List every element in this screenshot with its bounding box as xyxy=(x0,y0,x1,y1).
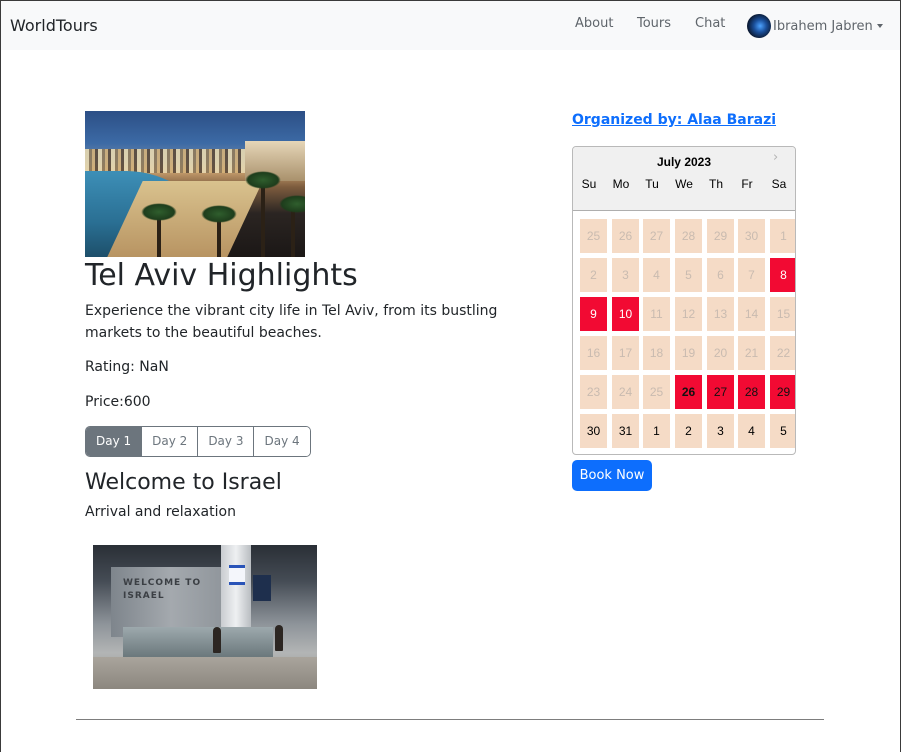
info-counter xyxy=(123,627,273,657)
tour-price: Price:600 xyxy=(85,394,151,410)
chevron-down-icon xyxy=(876,24,883,28)
calendar-day: 12 xyxy=(675,297,702,331)
calendar-day: 25 xyxy=(643,375,670,409)
calendar-day-highlighted[interactable]: 29 xyxy=(770,375,795,409)
weekday-label: Fr xyxy=(741,177,753,191)
calendar-day[interactable]: 5 xyxy=(770,414,795,448)
divider xyxy=(76,719,824,720)
calendar-day-highlighted[interactable]: 28 xyxy=(738,375,765,409)
user-menu[interactable]: Ibrahem Jabren xyxy=(747,14,883,38)
calendar-day: 14 xyxy=(738,297,765,331)
calendar-day: 18 xyxy=(643,336,670,370)
floor xyxy=(93,657,317,689)
traveler xyxy=(275,625,283,651)
calendar-month: July 2023 xyxy=(656,155,712,169)
palm-leaves xyxy=(279,195,305,213)
calendar-day[interactable]: 3 xyxy=(707,414,734,448)
calendar-day[interactable]: 31 xyxy=(612,414,639,448)
next-month-icon[interactable]: › xyxy=(773,151,785,165)
info-screen xyxy=(253,575,271,601)
calendar-day: 30 xyxy=(738,219,765,253)
day-selector: Day 1 Day 2 Day 3 Day 4 xyxy=(85,426,311,457)
nav-chat[interactable]: Chat xyxy=(695,16,725,31)
calendar-day: 2 xyxy=(580,258,607,292)
nav-about[interactable]: About xyxy=(575,16,613,31)
calendar-day: 23 xyxy=(580,375,607,409)
weekday-label: Mo xyxy=(612,177,630,191)
calendar-day: 27 xyxy=(643,219,670,253)
palm-leaves xyxy=(141,203,177,221)
calendar-day: 22 xyxy=(770,336,795,370)
calendar-day[interactable]: 30 xyxy=(580,414,607,448)
calendar-day: 6 xyxy=(707,258,734,292)
brand-logo[interactable]: WorldTours xyxy=(10,16,98,35)
tour-image xyxy=(85,111,305,257)
calendar-day: 4 xyxy=(643,258,670,292)
calendar-day: 1 xyxy=(770,219,795,253)
user-name: Ibrahem Jabren xyxy=(773,18,873,34)
nav-tours[interactable]: Tours xyxy=(637,16,671,31)
flag-icon xyxy=(229,565,245,585)
organizer-link[interactable]: Organized by: Alaa Barazi xyxy=(572,112,776,128)
calendar-day: 28 xyxy=(675,219,702,253)
calendar-day: 21 xyxy=(738,336,765,370)
avatar xyxy=(747,14,771,38)
calendar-day: 5 xyxy=(675,258,702,292)
calendar-day-today[interactable]: 26 xyxy=(675,375,702,409)
day-description: Arrival and relaxation xyxy=(85,504,236,520)
tour-description: Experience the vibrant city life in Tel … xyxy=(85,303,498,341)
weekday-label: We xyxy=(675,177,693,191)
calendar-day: 11 xyxy=(643,297,670,331)
calendar-day: 24 xyxy=(612,375,639,409)
calendar-day: 29 xyxy=(707,219,734,253)
date-picker: July 2023 › Su Mo Tu We Th Fr Sa 25 26 2… xyxy=(572,146,796,455)
day-4-button[interactable]: Day 4 xyxy=(254,427,310,456)
calendar-day-highlighted[interactable]: 10 xyxy=(612,297,639,331)
calendar-day: 16 xyxy=(580,336,607,370)
calendar-day[interactable]: 1 xyxy=(643,414,670,448)
calendar-day-highlighted[interactable]: 9 xyxy=(580,297,607,331)
calendar-day[interactable]: 4 xyxy=(738,414,765,448)
weekday-label: Th xyxy=(708,177,723,191)
calendar-day: 15 xyxy=(770,297,795,331)
calendar-day: 20 xyxy=(707,336,734,370)
day-1-button[interactable]: Day 1 xyxy=(86,427,143,456)
palm-leaves xyxy=(245,171,281,189)
tour-rating: Rating: NaN xyxy=(85,359,169,375)
calendar-day: 19 xyxy=(675,336,702,370)
navbar: WorldTours About Tours Chat Ibrahem Jabr… xyxy=(1,1,900,50)
weekday-label: Su xyxy=(581,177,597,191)
day-image: WELCOME TO ISRAEL xyxy=(93,545,317,689)
calendar-day: 13 xyxy=(707,297,734,331)
calendar-day-highlighted[interactable]: 27 xyxy=(707,375,734,409)
day-2-button[interactable]: Day 2 xyxy=(142,427,199,456)
calendar-day: 3 xyxy=(612,258,639,292)
weekday-label: Tu xyxy=(645,177,659,191)
traveler xyxy=(213,627,221,653)
palm-tree xyxy=(261,181,265,257)
calendar-day: 25 xyxy=(580,219,607,253)
calendar-day: 17 xyxy=(612,336,639,370)
calendar-day-highlighted[interactable]: 8 xyxy=(770,258,795,292)
calendar-day: 26 xyxy=(612,219,639,253)
calendar-day[interactable]: 2 xyxy=(675,414,702,448)
calendar-header: July 2023 › Su Mo Tu We Th Fr Sa xyxy=(573,147,795,211)
weekday-label: Sa xyxy=(771,177,787,191)
day-3-button[interactable]: Day 3 xyxy=(198,427,255,456)
tour-title: Tel Aviv Highlights xyxy=(85,258,358,293)
welcome-sign: WELCOME TO ISRAEL xyxy=(123,578,202,601)
day-title: Welcome to Israel xyxy=(85,470,282,495)
calendar-day: 7 xyxy=(738,258,765,292)
book-now-button[interactable]: Book Now xyxy=(572,460,652,491)
palm-leaves xyxy=(201,205,237,223)
